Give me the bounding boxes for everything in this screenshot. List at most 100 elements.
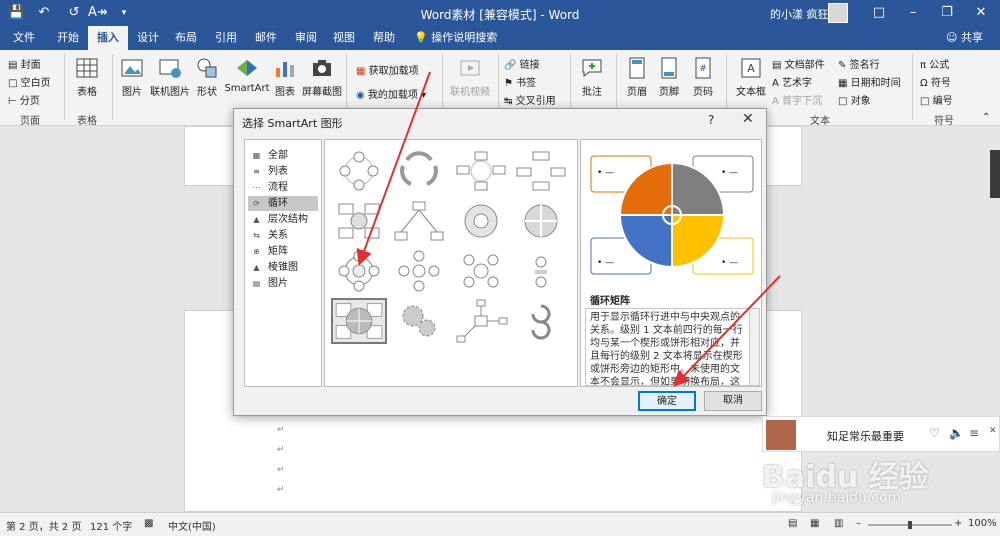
word-count[interactable]: 121 个字 bbox=[90, 518, 132, 533]
layout-thumbnail[interactable] bbox=[513, 198, 569, 244]
tab-home[interactable]: 开始 bbox=[48, 26, 88, 50]
category-picture[interactable]: ▤ 图片 bbox=[248, 276, 318, 291]
zoom-level[interactable]: 100% bbox=[968, 518, 997, 529]
redo-icon[interactable]: ↺ bbox=[66, 5, 82, 21]
close-window-icon[interactable]: ✕ bbox=[964, 0, 998, 26]
get-addins-button[interactable]: ▦ 获取加载项 bbox=[356, 62, 419, 77]
category-list-item[interactable]: ≡ 列表 bbox=[248, 164, 318, 179]
layout-thumbnail[interactable] bbox=[453, 148, 509, 194]
spellcheck-icon[interactable]: A↠ bbox=[88, 5, 108, 21]
proofing-icon[interactable]: ▩ bbox=[144, 518, 153, 529]
collapse-ribbon-icon[interactable]: ⌃ bbox=[982, 112, 990, 123]
volume-icon[interactable]: 🔈 bbox=[949, 426, 964, 440]
category-process[interactable]: ⋯ 流程 bbox=[248, 180, 318, 195]
layout-thumbnail[interactable] bbox=[453, 198, 509, 244]
music-player-widget[interactable]: 知足常乐最重要 ♡ 🔈 ≡ ✕ bbox=[762, 416, 1000, 452]
bookmark-button[interactable]: ⚑ 书签 bbox=[504, 74, 536, 89]
cancel-button[interactable]: 取消 bbox=[704, 391, 762, 411]
side-panel-handle[interactable] bbox=[990, 150, 1000, 198]
read-mode-icon[interactable]: ▦ bbox=[810, 518, 819, 529]
heart-icon[interactable]: ♡ bbox=[929, 426, 940, 440]
wordart-button[interactable]: A 艺术字 bbox=[772, 74, 812, 89]
category-relationship[interactable]: ⇆ 关系 bbox=[248, 228, 318, 243]
layout-thumbnail[interactable] bbox=[391, 148, 447, 194]
footer-button[interactable]: 页脚 bbox=[656, 56, 682, 98]
restore-icon[interactable]: ❐ bbox=[930, 0, 964, 26]
page-number-button[interactable]: # 页码 bbox=[690, 56, 716, 98]
ribbon-display-icon[interactable]: □ bbox=[862, 0, 896, 26]
print-layout-icon[interactable]: ▥ bbox=[834, 518, 843, 529]
share-button[interactable]: ☺ 共享 bbox=[946, 26, 983, 50]
description-scrollbar[interactable] bbox=[749, 308, 760, 386]
tab-layout[interactable]: 布局 bbox=[166, 26, 206, 50]
ok-button[interactable]: 确定 bbox=[638, 391, 696, 411]
chart-button[interactable]: 图表 bbox=[272, 56, 298, 98]
category-all[interactable]: ▦ 全部 bbox=[248, 148, 318, 163]
tab-file[interactable]: 文件 bbox=[4, 26, 44, 50]
layout-thumbnail[interactable] bbox=[513, 298, 569, 344]
link-button[interactable]: 🔗 链接 bbox=[504, 56, 540, 71]
undo-icon[interactable]: ↶ bbox=[36, 5, 52, 21]
smartart-button[interactable]: SmartArt bbox=[224, 56, 270, 94]
layout-thumbnail[interactable] bbox=[331, 248, 387, 294]
online-pictures-button[interactable]: 联机图片 bbox=[150, 56, 190, 98]
close-icon[interactable]: ✕ bbox=[989, 426, 997, 436]
layout-thumbnail[interactable] bbox=[331, 148, 387, 194]
page-count[interactable]: 第 2 页，共 2 页 bbox=[6, 518, 81, 533]
layout-thumbnail[interactable] bbox=[331, 198, 387, 244]
tab-references[interactable]: 引用 bbox=[206, 26, 246, 50]
category-pyramid[interactable]: ▲ 棱锥图 bbox=[248, 260, 318, 275]
drop-cap-button[interactable]: A 首字下沉 bbox=[772, 92, 822, 107]
layout-thumbnail[interactable] bbox=[453, 298, 509, 344]
cover-page-button[interactable]: ▤ 封面 bbox=[8, 56, 41, 71]
textbox-button[interactable]: A 文本框 bbox=[734, 56, 768, 98]
tab-insert[interactable]: 插入 bbox=[88, 26, 128, 50]
online-video-button[interactable]: 联机视频 bbox=[448, 56, 492, 98]
layout-thumbnail[interactable] bbox=[513, 148, 569, 194]
equation-button[interactable]: π 公式 bbox=[920, 56, 949, 71]
focus-mode-icon[interactable]: ▤ bbox=[788, 518, 797, 529]
customize-qat-icon[interactable]: ▾ bbox=[116, 5, 132, 21]
table-button[interactable]: 表格 bbox=[72, 56, 102, 98]
category-cycle[interactable]: ⟳ 循环 bbox=[248, 196, 318, 211]
screenshot-button[interactable]: 屏幕截图 bbox=[302, 56, 342, 98]
date-time-button[interactable]: ▦ 日期和时间 bbox=[838, 74, 901, 89]
layout-thumbnail[interactable] bbox=[391, 248, 447, 294]
tab-mailings[interactable]: 邮件 bbox=[246, 26, 286, 50]
tell-me-search[interactable]: 💡 操作说明搜索 bbox=[414, 26, 497, 50]
cross-reference-button[interactable]: ↹ 交叉引用 bbox=[504, 92, 556, 107]
layout-thumbnail[interactable] bbox=[391, 298, 447, 344]
language[interactable]: 中文(中国) bbox=[168, 518, 216, 533]
zoom-slider[interactable] bbox=[868, 521, 952, 529]
pictures-button[interactable]: 图片 bbox=[118, 56, 146, 98]
zoom-out-icon[interactable]: – bbox=[856, 518, 861, 529]
shapes-button[interactable]: 形状 bbox=[194, 56, 220, 98]
save-icon[interactable]: 💾 bbox=[8, 5, 24, 21]
layout-thumbnail[interactable] bbox=[391, 198, 447, 244]
help-button[interactable]: ? bbox=[708, 113, 714, 127]
header-button[interactable]: 页眉 bbox=[624, 56, 650, 98]
my-addins-button[interactable]: ◉ 我的加载项 ▾ bbox=[356, 86, 426, 101]
tab-design[interactable]: 设计 bbox=[128, 26, 168, 50]
blank-page-button[interactable]: □ 空白页 bbox=[8, 74, 51, 89]
page-break-button[interactable]: ⊢ 分页 bbox=[8, 92, 40, 107]
category-hierarchy[interactable]: ▲ 层次结构 bbox=[248, 212, 318, 227]
comment-button[interactable]: 批注 bbox=[578, 56, 606, 98]
tab-help[interactable]: 帮助 bbox=[364, 26, 404, 50]
quick-parts-button[interactable]: ▤ 文档部件 bbox=[772, 56, 825, 71]
dialog-close-button[interactable]: ✕ bbox=[742, 111, 754, 127]
zoom-in-icon[interactable]: + bbox=[954, 518, 962, 529]
minimize-icon[interactable]: – bbox=[896, 0, 930, 26]
layout-description[interactable]: 用于显示循环行进中与中央观点的关系。级别 1 文本前四行的每一行均与某一个楔形或… bbox=[585, 308, 751, 386]
numbering-button[interactable]: □ 编号 bbox=[920, 92, 953, 107]
layout-thumbnail[interactable] bbox=[513, 248, 569, 294]
menu-icon[interactable]: ≡ bbox=[969, 426, 979, 440]
tab-review[interactable]: 审阅 bbox=[286, 26, 326, 50]
category-matrix[interactable]: ⊕ 矩阵 bbox=[248, 244, 318, 259]
avatar[interactable] bbox=[828, 3, 848, 23]
object-button[interactable]: □ 对象 bbox=[838, 92, 871, 107]
layout-thumbnail-cycle-matrix[interactable] bbox=[331, 298, 387, 344]
user-name[interactable]: 的小漾 疯狂 bbox=[770, 6, 829, 22]
layout-thumbnail[interactable] bbox=[453, 248, 509, 294]
tab-view[interactable]: 视图 bbox=[324, 26, 364, 50]
